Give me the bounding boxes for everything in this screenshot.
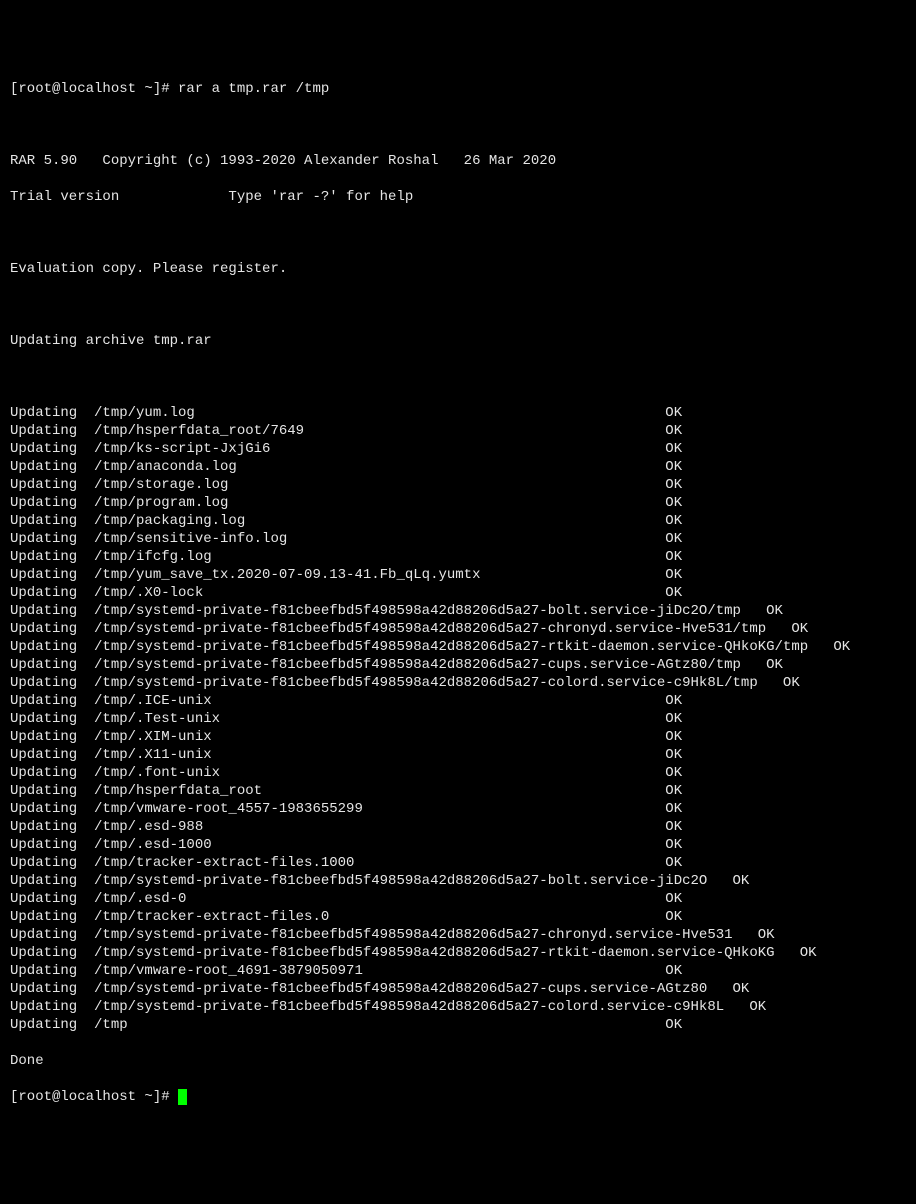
file-update-line: Updating /tmp/systemd-private-f81cbeefbd… [10,602,906,620]
file-update-line: Updating /tmp/tracker-extract-files.1000… [10,854,906,872]
done-line: Done [10,1052,906,1070]
file-update-line: Updating /tmp/.Test-unix OK [10,710,906,728]
cursor-icon [178,1089,187,1105]
file-update-line: Updating /tmp/systemd-private-f81cbeefbd… [10,926,906,944]
file-update-line: Updating /tmp/ifcfg.log OK [10,548,906,566]
file-update-line: Updating /tmp/systemd-private-f81cbeefbd… [10,872,906,890]
file-update-line: Updating /tmp/vmware-root_4691-387905097… [10,962,906,980]
prompt-line-1: [root@localhost ~]# rar a tmp.rar /tmp [10,80,906,98]
file-update-line: Updating /tmp/.XIM-unix OK [10,728,906,746]
blank-line [10,368,906,386]
file-update-list: Updating /tmp/yum.log OK Updating /tmp/h… [10,404,906,1034]
file-update-line: Updating /tmp/.esd-0 OK [10,890,906,908]
file-update-line: Updating /tmp/.font-unix OK [10,764,906,782]
eval-copy-line: Evaluation copy. Please register. [10,260,906,278]
file-update-line: Updating /tmp/sensitive-info.log OK [10,530,906,548]
file-update-line: Updating /tmp/yum_save_tx.2020-07-09.13-… [10,566,906,584]
file-update-line: Updating /tmp/systemd-private-f81cbeefbd… [10,674,906,692]
blank-line [10,116,906,134]
updating-archive-line: Updating archive tmp.rar [10,332,906,350]
blank-line [10,296,906,314]
file-update-line: Updating /tmp/tracker-extract-files.0 OK [10,908,906,926]
file-update-line: Updating /tmp/systemd-private-f81cbeefbd… [10,656,906,674]
file-update-line: Updating /tmp/systemd-private-f81cbeefbd… [10,620,906,638]
file-update-line: Updating /tmp/anaconda.log OK [10,458,906,476]
file-update-line: Updating /tmp/ks-script-JxjGi6 OK [10,440,906,458]
file-update-line: Updating /tmp/.ICE-unix OK [10,692,906,710]
file-update-line: Updating /tmp/systemd-private-f81cbeefbd… [10,980,906,998]
file-update-line: Updating /tmp/systemd-private-f81cbeefbd… [10,998,906,1016]
file-update-line: Updating /tmp/.X0-lock OK [10,584,906,602]
file-update-line: Updating /tmp/systemd-private-f81cbeefbd… [10,638,906,656]
file-update-line: Updating /tmp/packaging.log OK [10,512,906,530]
file-update-line: Updating /tmp/systemd-private-f81cbeefbd… [10,944,906,962]
file-update-line: Updating /tmp/vmware-root_4557-198365529… [10,800,906,818]
file-update-line: Updating /tmp/program.log OK [10,494,906,512]
file-update-line: Updating /tmp/.X11-unix OK [10,746,906,764]
prompt-line-2[interactable]: [root@localhost ~]# [10,1088,906,1106]
file-update-line: Updating /tmp/hsperfdata_root OK [10,782,906,800]
file-update-line: Updating /tmp/.esd-988 OK [10,818,906,836]
file-update-line: Updating /tmp/yum.log OK [10,404,906,422]
rar-header-version: RAR 5.90 Copyright (c) 1993-2020 Alexand… [10,152,906,170]
prompt-text: [root@localhost ~]# [10,1088,178,1106]
file-update-line: Updating /tmp OK [10,1016,906,1034]
file-update-line: Updating /tmp/.esd-1000 OK [10,836,906,854]
blank-line [10,224,906,242]
file-update-line: Updating /tmp/hsperfdata_root/7649 OK [10,422,906,440]
rar-header-trial: Trial version Type 'rar -?' for help [10,188,906,206]
file-update-line: Updating /tmp/storage.log OK [10,476,906,494]
